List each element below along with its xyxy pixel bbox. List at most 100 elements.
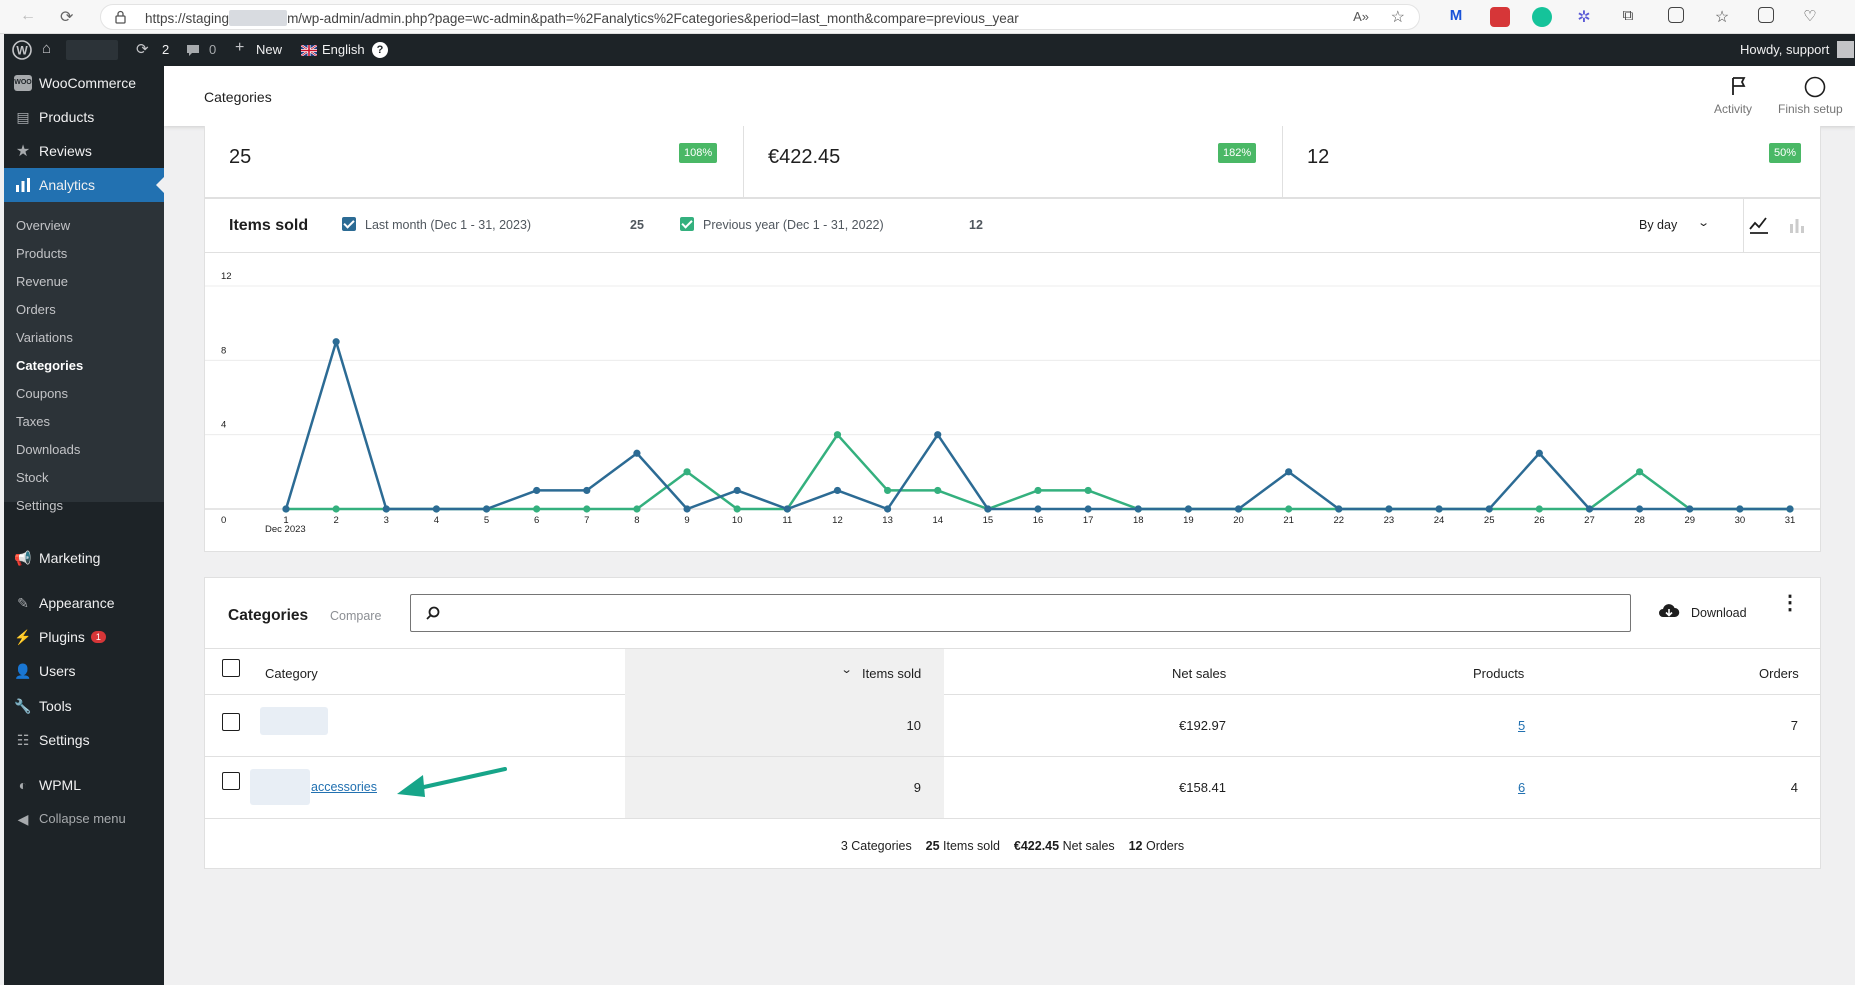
data-point (1435, 505, 1443, 513)
help-icon[interactable]: ? (372, 42, 388, 58)
compare-button[interactable]: Compare (330, 609, 381, 623)
extension-red-icon[interactable] (1490, 7, 1510, 27)
x-tick-label: 26 (1534, 515, 1545, 526)
submenu-settings[interactable]: Settings (16, 498, 63, 513)
language-switcher[interactable]: English (322, 42, 365, 57)
activity-button[interactable]: Activity (1704, 76, 1776, 120)
column-header-orders[interactable]: Orders (1759, 666, 1799, 681)
legend-total-secondary: 12 (969, 218, 983, 232)
data-point (733, 505, 741, 513)
user-greeting[interactable]: Howdy, support (1740, 42, 1829, 57)
sidebar-item-plugins[interactable]: ⚡ Plugins 1 (4, 620, 164, 654)
sidebar-item-users[interactable]: 👤 Users (4, 654, 164, 688)
submenu-categories[interactable]: Categories (16, 358, 83, 373)
collections-icon[interactable] (1758, 7, 1774, 23)
data-point (583, 505, 591, 513)
submenu-revenue[interactable]: Revenue (16, 274, 68, 289)
y-tick-label: 8 (221, 345, 226, 356)
extension-snowflake-icon[interactable]: ✲ (1574, 7, 1594, 27)
address-bar[interactable]: https://staging m/wp-admin/admin.php?page… (100, 4, 1420, 30)
sidebar-item-woocommerce[interactable]: WOO WooCommerce (4, 66, 164, 100)
sidebar-label: Collapse menu (39, 811, 126, 826)
legend-checkbox-secondary[interactable] (680, 217, 694, 231)
user-avatar[interactable] (1837, 41, 1854, 58)
wordpress-logo-icon[interactable]: W (12, 40, 32, 60)
series-line (284, 340, 1790, 511)
x-tick-label: 25 (1484, 515, 1495, 526)
submenu-downloads[interactable]: Downloads (16, 442, 80, 457)
submenu-stock[interactable]: Stock (16, 470, 49, 485)
legend-checkbox-primary[interactable] (342, 217, 356, 231)
sidebar-item-reviews[interactable]: ★ Reviews (4, 134, 164, 168)
extensions-puzzle-icon[interactable]: ⧉ (1618, 7, 1638, 27)
column-header-items-sold[interactable]: Items sold (862, 666, 921, 681)
submenu-coupons[interactable]: Coupons (16, 386, 68, 401)
reload-icon[interactable]: ⟳ (60, 7, 73, 27)
updates-count[interactable]: 2 (162, 42, 169, 57)
read-aloud-icon[interactable]: A» (1353, 9, 1369, 24)
split-screen-icon[interactable] (1668, 7, 1684, 23)
column-header-products[interactable]: Products (1473, 666, 1524, 681)
performance-icon[interactable]: ♡ (1800, 7, 1820, 27)
wpml-icon: ◐ (18, 777, 28, 793)
finish-setup-button[interactable]: Finish setup (1776, 76, 1854, 120)
browser-toolbar: ← ⟳ https://staging m/wp-admin/admin.php?… (0, 0, 1855, 34)
bar-chart-type-icon[interactable] (1788, 215, 1806, 235)
summary-card-net-sales[interactable]: €422.45 182% (744, 126, 1283, 197)
data-point (1535, 505, 1543, 513)
interval-select[interactable]: By day ⌄ (1629, 211, 1729, 241)
submenu-products[interactable]: Products (16, 246, 67, 261)
sort-descending-icon: ⌄ (840, 664, 853, 676)
select-all-checkbox[interactable] (222, 659, 240, 677)
summary-card-orders[interactable]: 12 50% (1283, 126, 1821, 197)
submenu-taxes[interactable]: Taxes (16, 414, 50, 429)
summary-card-items-sold[interactable]: 25 108% (205, 126, 744, 197)
comments-icon[interactable] (186, 44, 200, 57)
footer-categories-count: 3 (840, 839, 848, 853)
download-button[interactable]: Download (1658, 598, 1758, 628)
submenu-variations[interactable]: Variations (16, 330, 73, 345)
sidebar-label: Analytics (39, 177, 96, 193)
x-tick-label: 10 (732, 515, 743, 526)
back-icon[interactable]: ← (20, 7, 36, 25)
plugins-label: Plugins (39, 629, 85, 645)
comments-count[interactable]: 0 (209, 42, 216, 57)
updates-icon[interactable]: ⟳ (136, 40, 149, 58)
wrench-icon: 🔧 (14, 698, 32, 714)
data-point (884, 505, 892, 513)
sidebar-item-wpml[interactable]: ◐ WPML (4, 768, 164, 802)
flag-icon (1732, 77, 1746, 95)
line-chart-type-icon[interactable] (1748, 215, 1770, 235)
collapse-menu-button[interactable]: ◀ Collapse menu (4, 802, 164, 836)
add-new-icon[interactable]: + (235, 39, 244, 57)
x-tick-label: 5 (484, 515, 489, 526)
sidebar-item-settings[interactable]: ☷ Settings (4, 723, 164, 757)
collapse-icon: ◀ (17, 811, 29, 827)
favorites-icon[interactable]: ☆ (1712, 7, 1732, 27)
sidebar-item-tools[interactable]: 🔧 Tools (4, 689, 164, 723)
data-point (1385, 505, 1393, 513)
data-point (583, 486, 591, 495)
site-home-icon[interactable]: ⌂ (42, 40, 51, 57)
sidebar-label: WooCommerce (39, 75, 136, 91)
malwarebytes-icon[interactable]: M (1446, 7, 1466, 27)
new-content-link[interactable]: New (256, 42, 282, 57)
submenu-overview[interactable]: Overview (16, 218, 70, 233)
sidebar-item-marketing[interactable]: 📢 Marketing (4, 541, 164, 575)
column-header-category[interactable]: Category (265, 666, 318, 681)
grammarly-icon[interactable] (1532, 7, 1552, 27)
x-tick-label: 4 (434, 515, 439, 526)
sidebar-item-analytics[interactable]: Analytics (4, 168, 164, 202)
table-row: 10 €192.97 5 7 (205, 695, 1820, 757)
data-point (533, 486, 541, 495)
more-options-icon[interactable]: ⋮ (1780, 593, 1800, 613)
search-input[interactable] (410, 594, 1631, 632)
x-tick-label: 13 (882, 515, 893, 526)
sidebar-item-appearance[interactable]: ✎ Appearance (4, 586, 164, 620)
sidebar-item-products[interactable]: ▤ Products (4, 100, 164, 134)
items-sold-line-chart[interactable]: 048121 2 3 4 5 6 7 8 9 10 11 12 13 14 15 16 17 18 19 20 21 22… (205, 253, 1820, 551)
favorite-star-icon[interactable]: ☆ (1391, 7, 1405, 27)
column-header-net-sales[interactable]: Net sales (1172, 666, 1226, 681)
submenu-orders[interactable]: Orders (16, 302, 56, 317)
x-tick-label: 11 (782, 515, 792, 526)
